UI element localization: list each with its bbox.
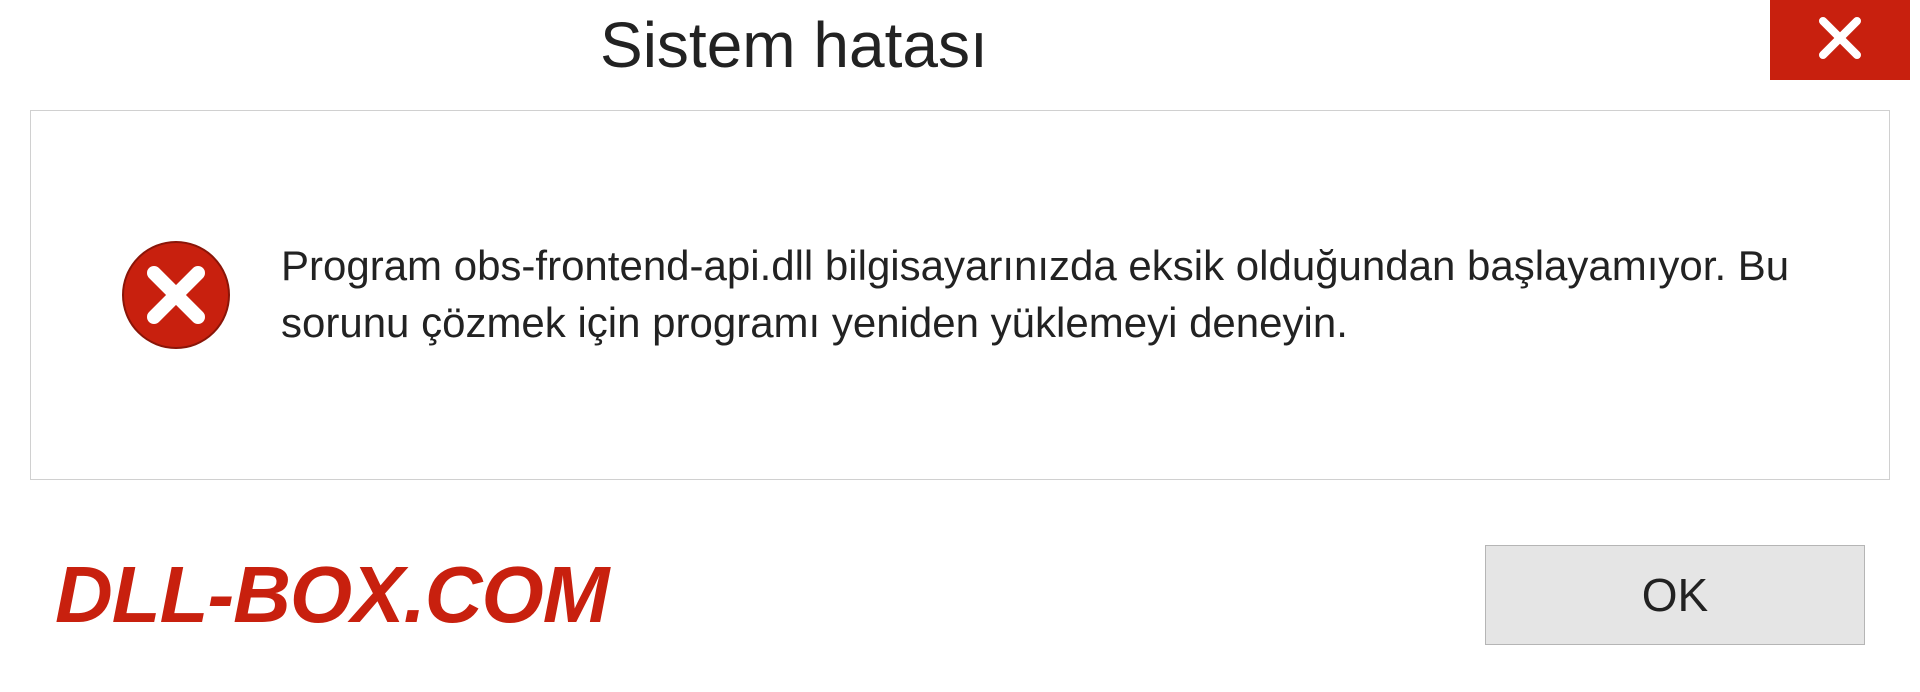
dialog-title: Sistem hatası (600, 0, 988, 82)
watermark-text: DLL-BOX.COM (55, 549, 608, 641)
content-area: Program obs-frontend-api.dll bilgisayarı… (30, 110, 1890, 480)
close-button[interactable] (1770, 0, 1910, 80)
error-message: Program obs-frontend-api.dll bilgisayarı… (281, 238, 1829, 351)
ok-button[interactable]: OK (1485, 545, 1865, 645)
error-icon (121, 240, 231, 350)
close-icon (1817, 15, 1863, 66)
footer-area: DLL-BOX.COM OK (0, 515, 1920, 645)
title-bar: Sistem hatası (0, 0, 1920, 110)
